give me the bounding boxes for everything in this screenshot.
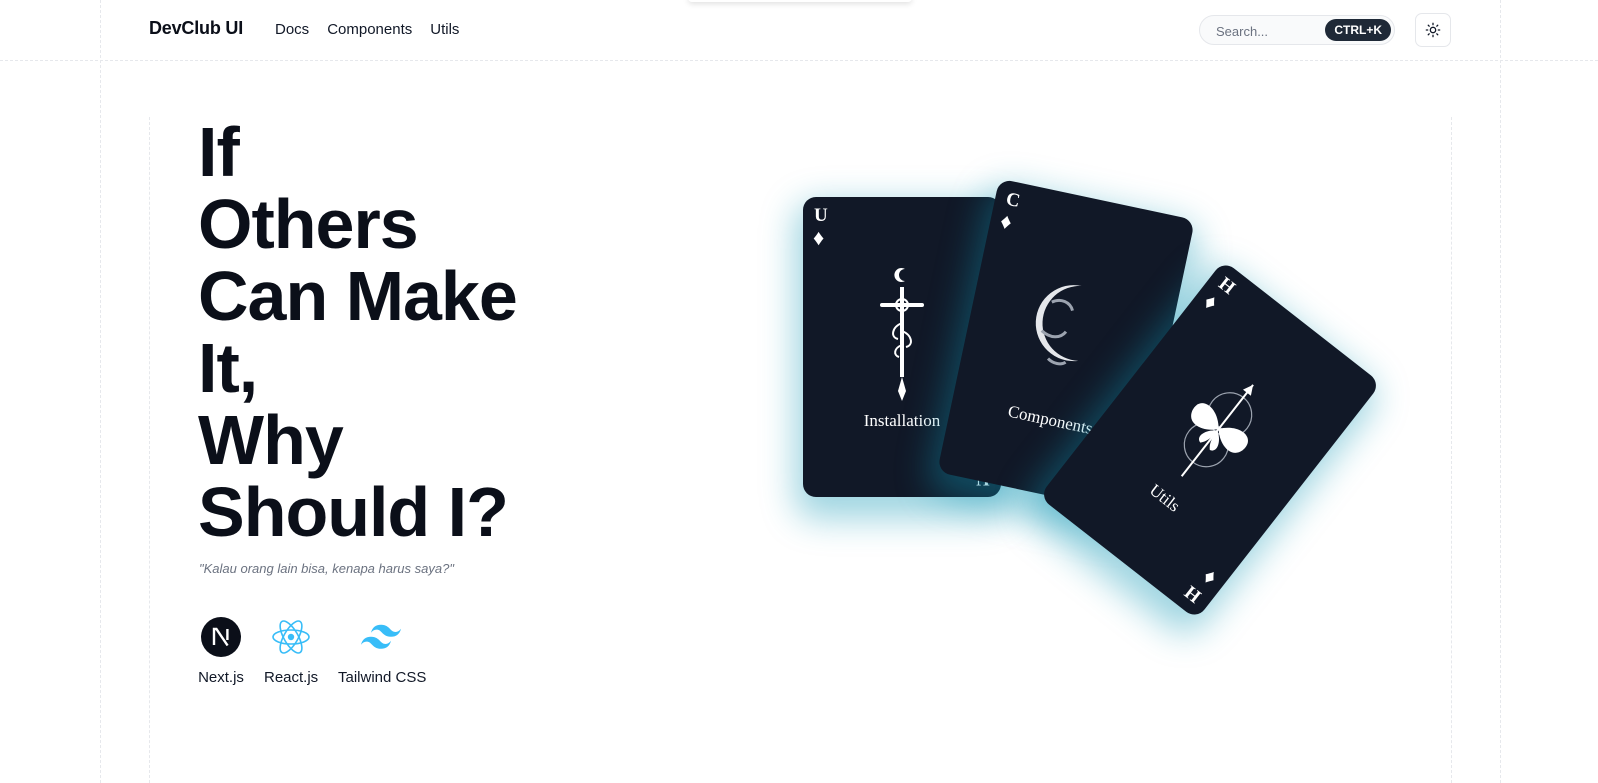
nav-utils[interactable]: Utils — [430, 21, 459, 38]
tech-nextjs[interactable]: Next.js — [198, 615, 244, 686]
main-nav: Docs Components Utils — [275, 21, 459, 38]
search-input[interactable] — [1214, 21, 1328, 41]
search-box[interactable]: CTRL+K — [1199, 15, 1395, 45]
guide-line-inner-left — [149, 117, 150, 783]
tailwind-icon — [359, 615, 403, 659]
hero-headline: If Others Can Make It, Why Should I? — [198, 113, 518, 551]
search-shortcut-badge: CTRL+K — [1325, 19, 1391, 41]
sun-icon — [1425, 22, 1441, 38]
headline-line: It, — [198, 329, 258, 407]
nav-docs[interactable]: Docs — [275, 21, 309, 38]
nav-components[interactable]: Components — [327, 21, 412, 38]
top-notch — [688, 0, 912, 2]
card-corner: C ♦ — [998, 189, 1022, 237]
nextjs-icon — [199, 615, 243, 659]
tech-label: React.js — [264, 669, 319, 686]
tech-tailwind[interactable]: Tailwind CSS — [338, 615, 427, 686]
diamond-icon: ♦ — [813, 225, 825, 250]
tech-label: Next.js — [198, 669, 244, 686]
guide-line-right — [1500, 0, 1501, 783]
tech-react[interactable]: React.js — [264, 615, 318, 686]
hero-tagline: "Kalau orang lain bisa, kenapa harus say… — [199, 561, 454, 576]
headline-line: Can Make — [198, 257, 518, 335]
headline-line: If — [198, 113, 240, 191]
card-corner: U ♦ — [813, 205, 828, 251]
crescent-moon-icon — [1035, 285, 1082, 366]
header-divider — [0, 60, 1598, 61]
guide-line-inner-right — [1451, 117, 1452, 783]
dagger-moon-icon — [880, 268, 924, 401]
headline-line: Why — [198, 401, 344, 479]
theme-toggle-button[interactable] — [1415, 13, 1451, 47]
card-corner: H ♦ — [1199, 273, 1239, 318]
tech-label: Tailwind CSS — [338, 669, 427, 686]
headline-line: Should I? — [198, 473, 509, 551]
brand-logo[interactable]: DevClub UI — [149, 18, 243, 39]
card-corner-bottom: H ♦ — [1181, 561, 1221, 607]
diamond-icon: ♦ — [998, 207, 1015, 235]
guide-line-left — [100, 0, 101, 783]
react-icon — [269, 615, 313, 659]
top-navbar: DevClub UI Docs Components Utils CTRL+K — [0, 0, 1598, 60]
headline-line: Others — [198, 185, 419, 263]
card-rank: U — [814, 205, 828, 226]
